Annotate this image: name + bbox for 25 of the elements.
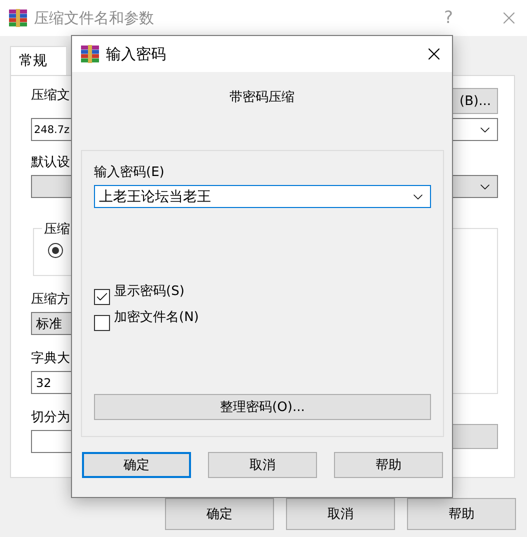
- dialog-button[interactable]: 确定: [82, 452, 191, 478]
- archive-books-icon: [80, 45, 100, 63]
- window-title: 压缩文件名和参数: [34, 8, 155, 28]
- field-label: 压缩方: [31, 292, 70, 308]
- radio-button[interactable]: [48, 243, 63, 258]
- password-field[interactable]: 上老王论坛当老王: [94, 185, 431, 208]
- dialog-button[interactable]: 取消: [208, 452, 317, 478]
- tab[interactable]: 常规: [10, 46, 67, 75]
- field-label: 切分为: [31, 410, 70, 426]
- checkbox[interactable]: [94, 315, 110, 331]
- checkbox-label: 显示密码(S): [114, 284, 184, 300]
- archive-books-icon: [8, 9, 28, 27]
- checkbox[interactable]: [94, 289, 110, 305]
- field-label: 压缩文: [31, 88, 70, 104]
- dialog-button[interactable]: 帮助: [407, 498, 516, 530]
- field-label: 字典大: [31, 351, 70, 367]
- dialog-button[interactable]: 帮助: [334, 452, 443, 478]
- dialog-heading: 带密码压缩: [230, 90, 294, 105]
- organize-passwords-button[interactable]: 整理密码(O)...: [94, 394, 431, 420]
- field-label: 默认设: [31, 155, 70, 171]
- checkbox-label: 加密文件名(N): [114, 310, 199, 326]
- dialog-button[interactable]: 取消: [286, 498, 395, 530]
- dialog-title: 输入密码: [106, 44, 167, 64]
- dialog-button[interactable]: 确定: [165, 498, 274, 530]
- field-label: 输入密码(E): [94, 165, 164, 181]
